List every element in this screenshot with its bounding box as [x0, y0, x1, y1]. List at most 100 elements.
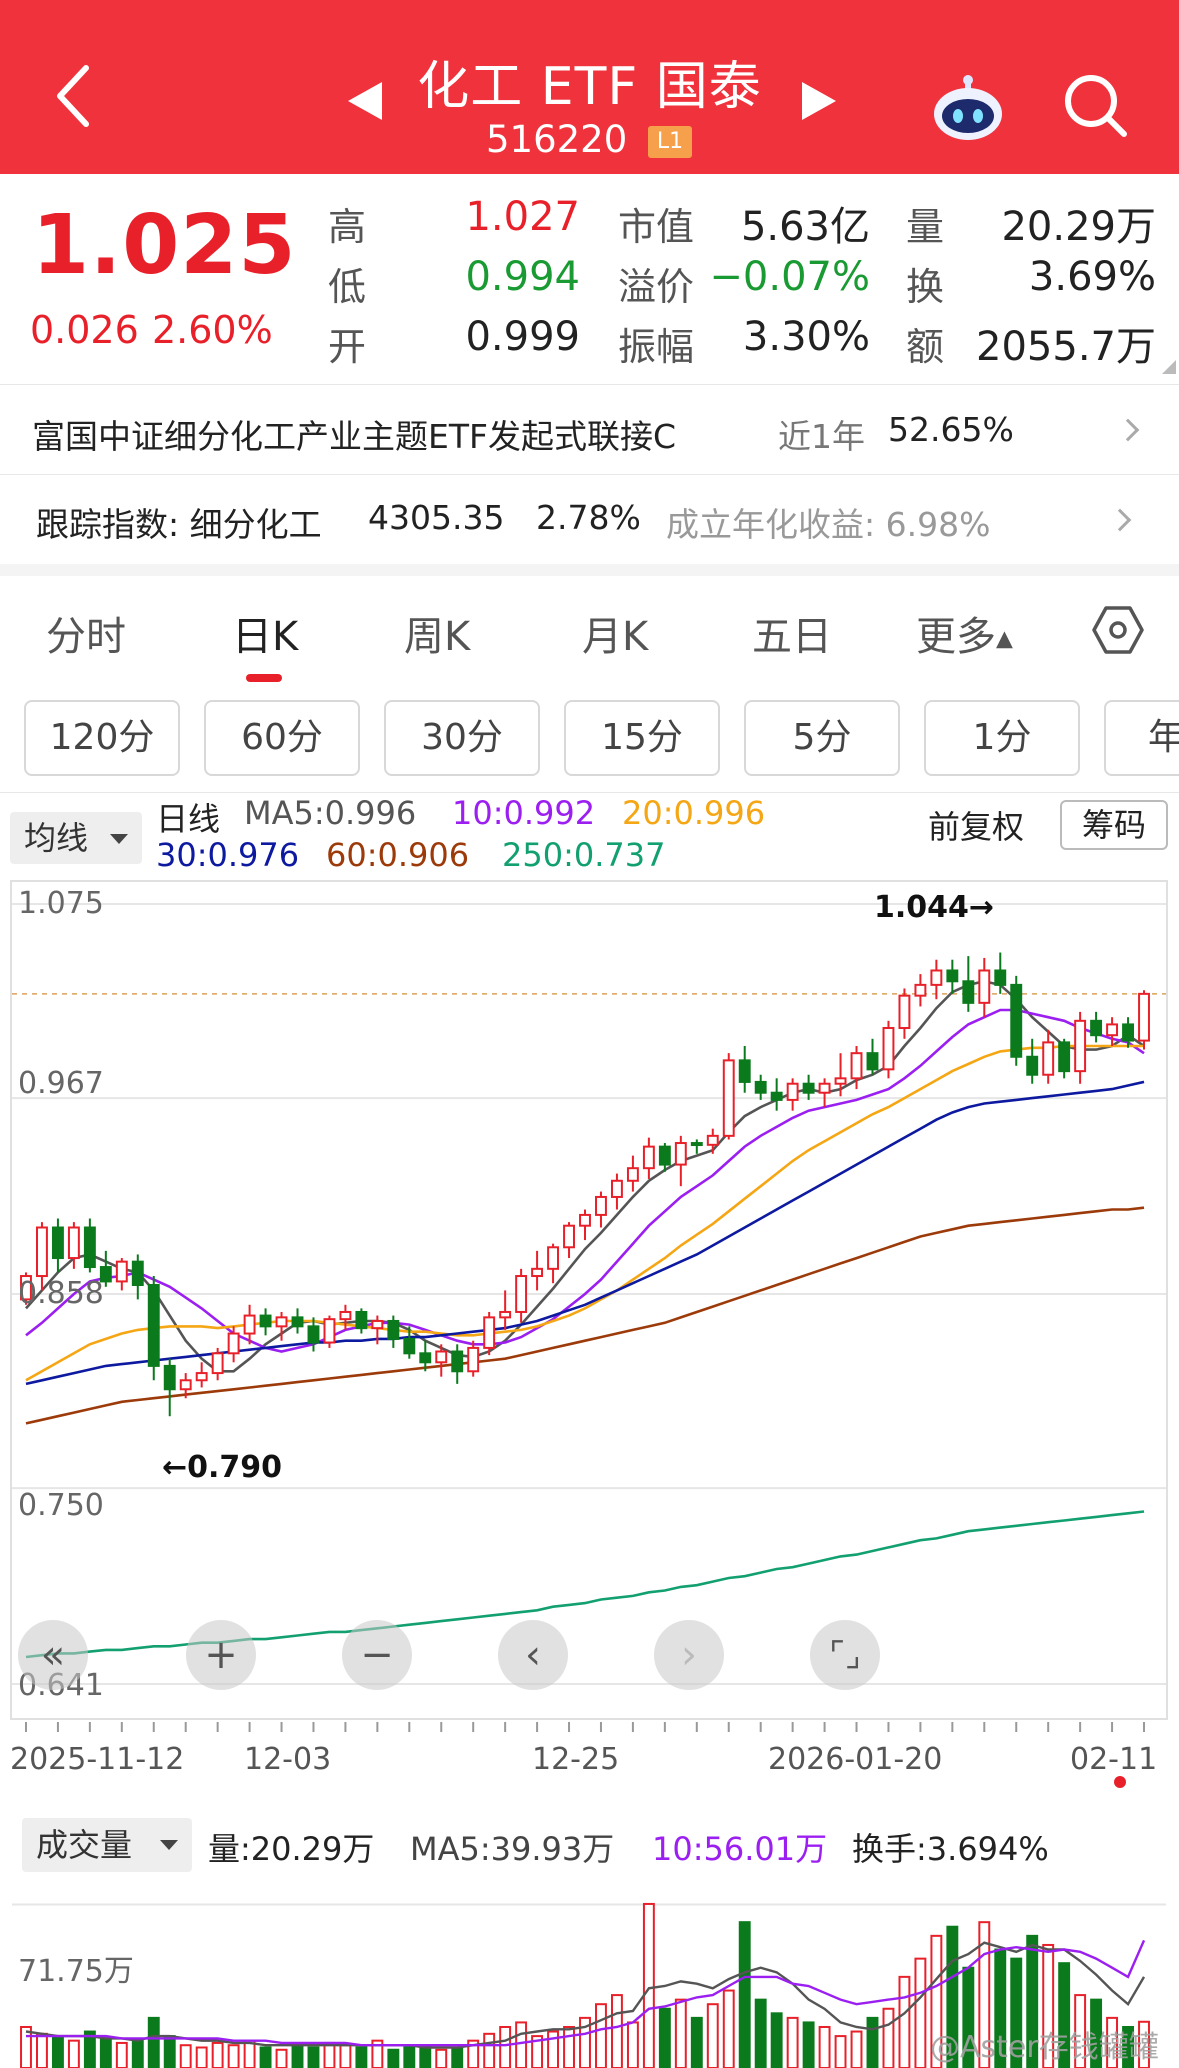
candle-body [579, 1213, 591, 1227]
candle-body [563, 1224, 575, 1249]
zoom-in-button[interactable]: + [186, 1620, 256, 1690]
price-axis-tick: 0.858 [18, 1276, 104, 1311]
candle-body [595, 1195, 607, 1216]
candle-body [610, 1179, 623, 1198]
candle-body [626, 1167, 639, 1182]
double-chevron-left-icon: « [40, 1632, 66, 1678]
candle-body [67, 1226, 80, 1260]
minus-icon: − [360, 1632, 394, 1678]
candle-body [531, 1267, 544, 1278]
candle-body [930, 969, 943, 986]
candle-body [1122, 1023, 1134, 1042]
candle-body [914, 983, 927, 997]
candle-body [435, 1350, 448, 1364]
ma-line-ma5 [25, 979, 1145, 1373]
scroll-left-fast-button[interactable]: « [18, 1620, 88, 1690]
candle-body [1138, 992, 1150, 1042]
watermark: @Aster存钱罐罐 [930, 2030, 1159, 2065]
candle-body [195, 1372, 208, 1382]
candle-body [291, 1316, 304, 1328]
volume-indicator-dropdown[interactable]: 成交量 [22, 1818, 192, 1872]
candle-body [467, 1346, 480, 1373]
candle-body [802, 1082, 815, 1094]
candle-body [850, 1052, 863, 1080]
candle-body [786, 1082, 799, 1101]
candle-body [83, 1226, 96, 1269]
candle-body [499, 1310, 512, 1319]
candle-body [51, 1226, 64, 1260]
candle-body [658, 1145, 671, 1166]
candle-body [147, 1284, 160, 1367]
date-axis-tick: 2025-11-12 [10, 1742, 185, 1777]
candle-body [722, 1059, 735, 1137]
candle-body [339, 1310, 352, 1321]
plus-icon: + [204, 1632, 238, 1678]
candle-body [115, 1260, 128, 1283]
candle-body [371, 1319, 384, 1330]
candle-body [1106, 1023, 1119, 1037]
candle-body [706, 1134, 719, 1146]
candle-body [978, 969, 991, 1004]
candle-body [738, 1059, 751, 1083]
candle-body [1010, 983, 1023, 1058]
date-axis-tick: 2026-01-20 [768, 1742, 943, 1777]
date-axis-tick: 02-11 [1070, 1742, 1158, 1777]
candle-body [403, 1337, 416, 1355]
candle-body [547, 1246, 560, 1270]
volume-turnover: 换手:3.694% [852, 1830, 1049, 1868]
candle-body [483, 1316, 496, 1349]
candle-body [642, 1145, 655, 1170]
price-axis-tick: 0.967 [18, 1066, 104, 1101]
candle-body [1058, 1041, 1071, 1073]
candle-body [818, 1082, 831, 1094]
candle-body [1074, 1019, 1087, 1073]
candle-body [1042, 1041, 1055, 1076]
zoom-out-button[interactable]: − [342, 1620, 412, 1690]
candle-body [515, 1275, 528, 1313]
candle-body [179, 1379, 192, 1391]
caret-down-icon [160, 1840, 178, 1850]
candle-body [355, 1310, 368, 1330]
candle-body [1026, 1055, 1039, 1076]
chevron-right-icon: › [681, 1632, 697, 1678]
candle-body [898, 994, 911, 1030]
candle-body [962, 980, 975, 1004]
candle-body [387, 1319, 400, 1340]
candle-body [674, 1142, 687, 1166]
candle-body [323, 1318, 336, 1344]
candle-body [419, 1352, 432, 1364]
candle-body [259, 1314, 272, 1328]
latest-marker-dot [1114, 1776, 1126, 1788]
chevron-left-icon: ‹ [525, 1632, 541, 1678]
low-annotation: ←0.790 [162, 1450, 283, 1485]
candle-body [994, 969, 1007, 986]
price-axis-tick: 0.750 [18, 1488, 104, 1523]
candle-body [36, 1226, 48, 1278]
volume-ma5: MA5:39.93万 [410, 1830, 615, 1868]
volume-current: 量:20.29万 [208, 1830, 375, 1868]
candle-body [1090, 1019, 1103, 1037]
price-axis-tick: 1.075 [18, 886, 104, 921]
candle-body [163, 1364, 176, 1391]
candle-body [211, 1352, 224, 1375]
scroll-left-button[interactable]: ‹ [498, 1620, 568, 1690]
candle-body [227, 1332, 240, 1355]
volume-dropdown-label: 成交量 [36, 1826, 133, 1864]
date-axis-tick: 12-25 [532, 1742, 620, 1777]
candle-body [243, 1314, 256, 1335]
high-annotation: 1.044→ [874, 890, 995, 925]
candle-body [690, 1142, 703, 1147]
fullscreen-button[interactable]: ⌜⌟ [810, 1620, 880, 1690]
candle-body [946, 969, 959, 983]
candle-body [307, 1325, 320, 1344]
volume-ma10: 10:56.01万 [652, 1830, 828, 1868]
candle-body [275, 1316, 288, 1328]
candle-body [754, 1080, 767, 1094]
date-axis-tick: 12-03 [244, 1742, 332, 1777]
candle-body [866, 1052, 879, 1071]
candle-body [451, 1350, 464, 1373]
volume-axis-tick: 71.75万 [18, 1954, 134, 1989]
fullscreen-icon: ⌜⌟ [829, 1635, 861, 1675]
scroll-right-button[interactable]: › [654, 1620, 724, 1690]
candle-body [131, 1260, 144, 1287]
